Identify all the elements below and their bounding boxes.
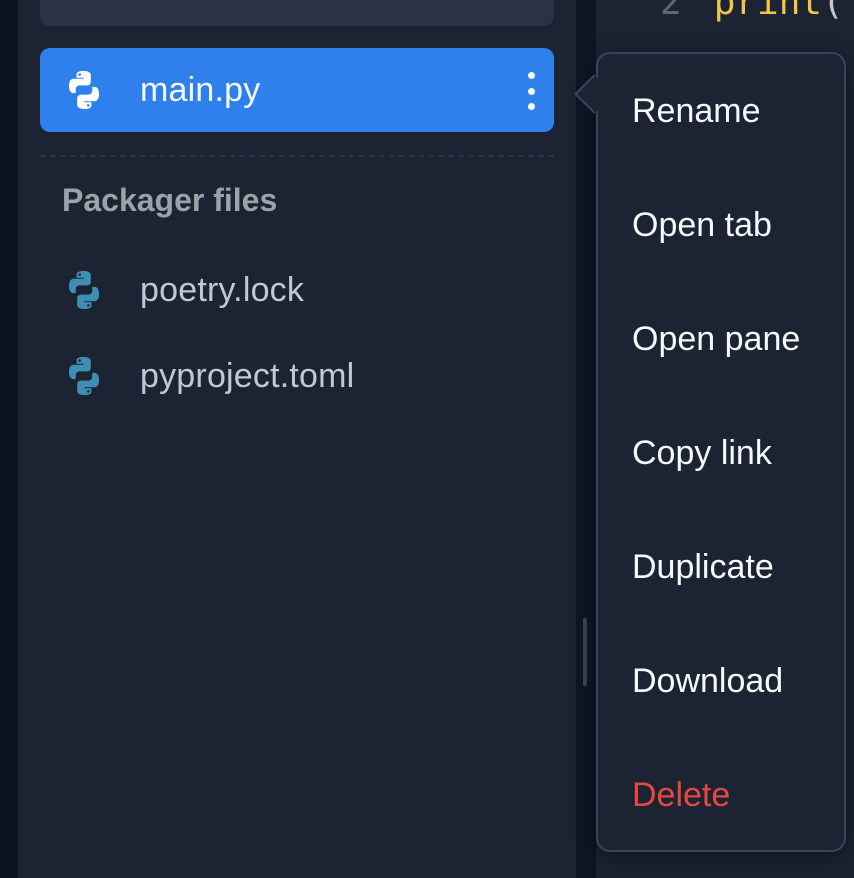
file-context-menu: Rename Open tab Open pane Copy link Dupl… bbox=[596, 52, 846, 852]
menu-item-open-pane[interactable]: Open pane bbox=[632, 320, 800, 359]
python-icon bbox=[62, 354, 106, 398]
menu-item-copy-link[interactable]: Copy link bbox=[632, 434, 772, 473]
file-name: poetry.lock bbox=[140, 270, 305, 309]
menu-item-open-tab[interactable]: Open tab bbox=[632, 206, 772, 245]
menu-item-rename[interactable]: Rename bbox=[632, 92, 761, 131]
window-left-edge bbox=[0, 0, 18, 878]
file-item-poetry-lock[interactable]: poetry.lock bbox=[40, 248, 554, 332]
code-line-2: 2 print( bbox=[660, 0, 844, 23]
section-divider bbox=[40, 155, 554, 157]
file-name: main.py bbox=[140, 70, 261, 109]
replit-workspace: main.py Packager files poetry.lock pypro bbox=[0, 0, 854, 878]
menu-item-delete[interactable]: Delete bbox=[632, 776, 730, 815]
python-icon bbox=[62, 68, 106, 112]
line-number: 2 bbox=[660, 0, 682, 23]
code-text: ( bbox=[822, 0, 844, 23]
file-search-input[interactable] bbox=[40, 0, 554, 26]
menu-item-download[interactable]: Download bbox=[632, 662, 783, 701]
python-icon bbox=[62, 268, 106, 312]
file-tree-sidebar: main.py Packager files poetry.lock pypro bbox=[18, 0, 576, 878]
more-options-icon[interactable] bbox=[526, 72, 536, 110]
file-name: pyproject.toml bbox=[140, 356, 355, 395]
packager-files-heading: Packager files bbox=[62, 182, 278, 218]
file-item-main-py[interactable]: main.py bbox=[40, 48, 554, 132]
menu-item-duplicate[interactable]: Duplicate bbox=[632, 548, 774, 587]
code-keyword: print bbox=[713, 0, 823, 23]
pane-resize-handle[interactable] bbox=[583, 618, 587, 686]
file-item-pyproject-toml[interactable]: pyproject.toml bbox=[40, 334, 554, 418]
